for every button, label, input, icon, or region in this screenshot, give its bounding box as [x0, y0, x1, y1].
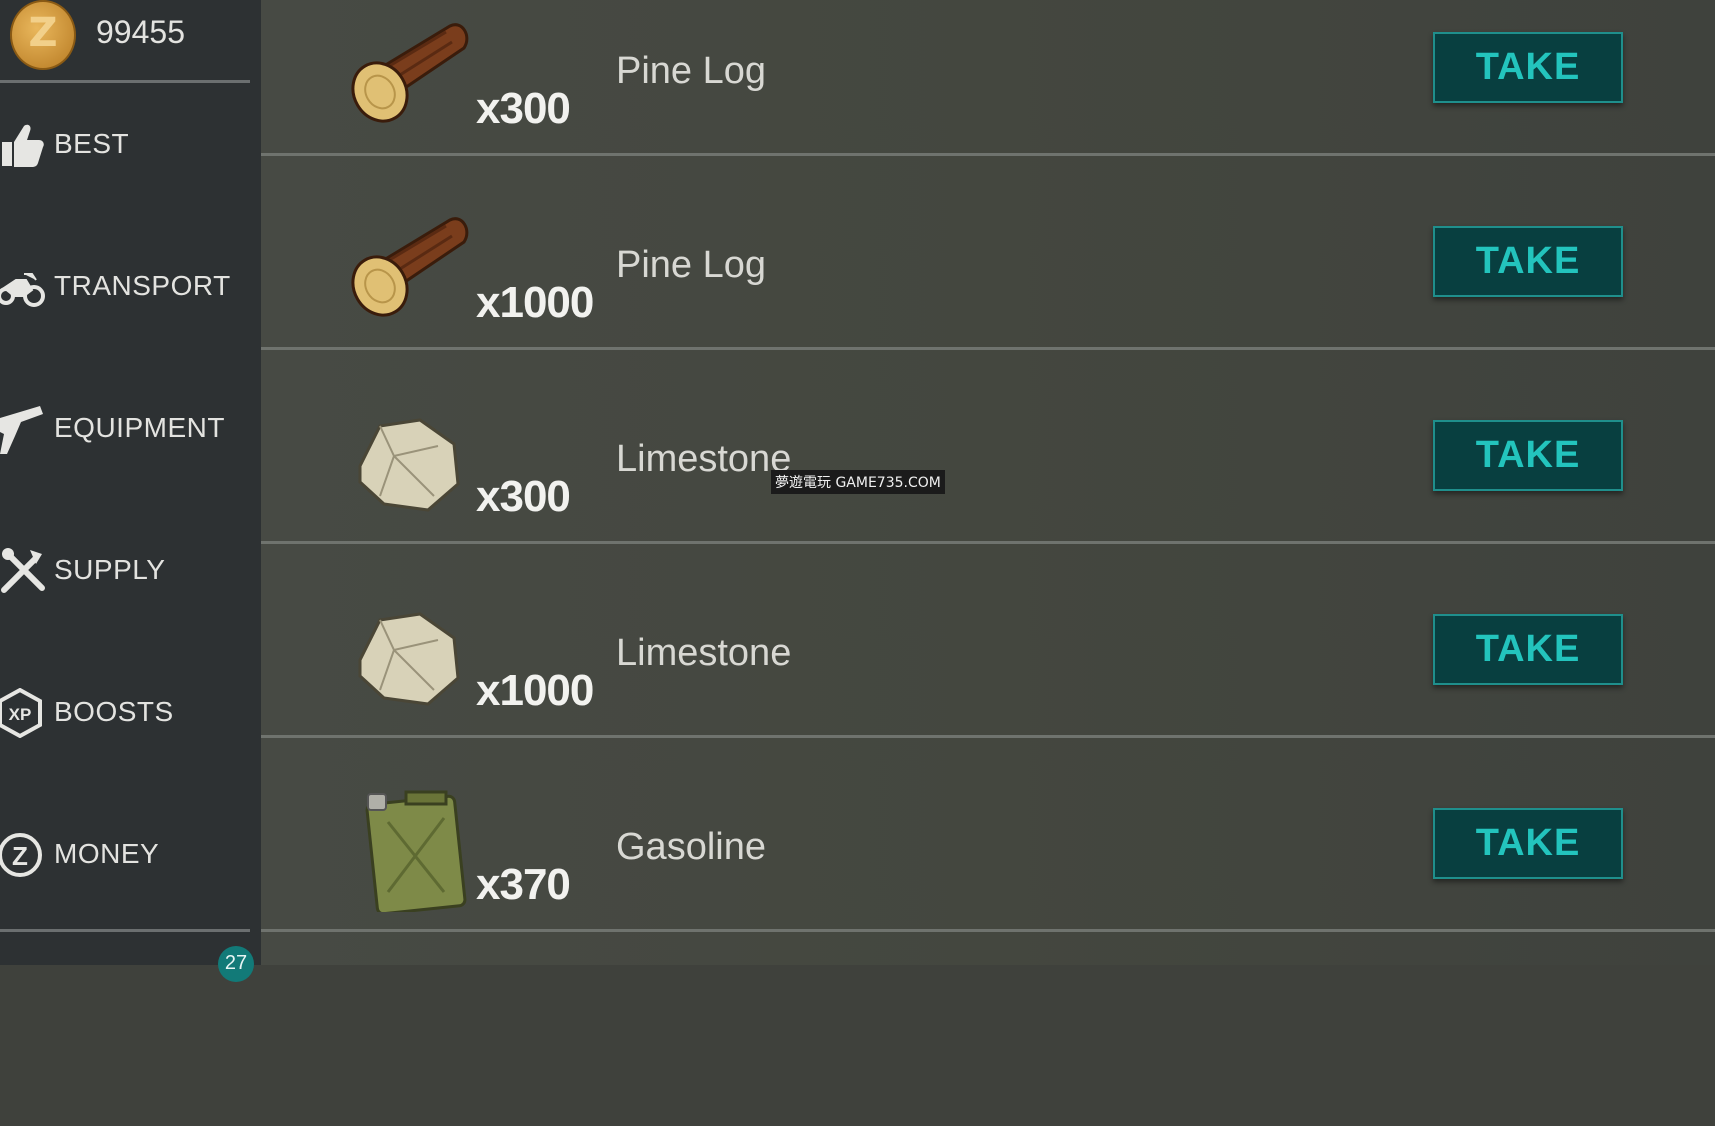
sidebar-item-transport[interactable]: TRANSPORT [0, 232, 250, 342]
coin-icon: Z [10, 0, 76, 70]
limestone-icon [358, 612, 460, 706]
svg-text:XP: XP [9, 705, 32, 724]
gasoline-canister-icon [365, 790, 467, 912]
offer-name: Pine Log [616, 244, 767, 286]
sidebar-item-label: BOOSTS [54, 696, 174, 727]
sidebar-item-label: EQUIPMENT [54, 412, 225, 443]
offer-quantity: x370 [476, 860, 571, 909]
watermark: 夢遊電玩 GAME735.COM [771, 470, 945, 494]
sidebar-item-label: BEST [54, 128, 130, 159]
offer-quantity: x1000 [476, 278, 594, 327]
offer-name: Limestone [616, 632, 792, 674]
sidebar-divider [0, 929, 250, 932]
category-sidebar: Z 99455 BEST TRANSPORT EQUIPMENT SUPPLY [0, 0, 261, 982]
offer-row: x300 Pine Log TAKE [261, 0, 1715, 156]
offer-row: x370 Gasoline TAKE [261, 738, 1715, 932]
offer-quantity: x1000 [476, 666, 594, 715]
motorcycle-icon [0, 273, 45, 307]
offer-name: Pine Log [616, 50, 767, 92]
svg-text:Z: Z [12, 841, 28, 871]
balance-bar: Z 99455 [0, 0, 250, 83]
coin-outline-icon: Z [0, 833, 42, 877]
sidebar-item-label: SUPPLY [54, 554, 166, 585]
pine-log-icon [351, 23, 469, 123]
sidebar-item-money[interactable]: Z MONEY [0, 800, 250, 910]
sidebar-item-supply[interactable]: SUPPLY [0, 516, 250, 626]
sidebar-item-label: TRANSPORT [54, 270, 231, 301]
notification-badge: 27 [218, 946, 254, 982]
sidebar-item-boosts[interactable]: XP BOOSTS [0, 658, 250, 768]
sidebar-item-best[interactable]: BEST [0, 90, 250, 200]
offer-row: x1000 Limestone TAKE [261, 544, 1715, 738]
crossed-tools-icon [1, 548, 45, 593]
sidebar-item-label: MONEY [54, 838, 160, 869]
offer-name: Limestone [616, 438, 792, 480]
take-button[interactable]: TAKE [1433, 226, 1623, 297]
take-button[interactable]: TAKE [1433, 420, 1623, 491]
offer-row-partial [261, 932, 1715, 1126]
xp-hexagon-icon: XP [0, 688, 42, 738]
thumbs-up-icon [2, 124, 44, 167]
offer-row: x300 Limestone TAKE [261, 350, 1715, 544]
pine-log-icon [351, 217, 469, 317]
take-button[interactable]: TAKE [1433, 614, 1623, 685]
take-button[interactable]: TAKE [1433, 32, 1623, 103]
offer-quantity: x300 [476, 472, 571, 521]
balance-value: 99455 [96, 14, 185, 50]
offer-quantity: x300 [476, 84, 571, 133]
take-button[interactable]: TAKE [1433, 808, 1623, 879]
pistol-icon [0, 406, 43, 454]
limestone-icon [358, 418, 460, 512]
offer-name: Gasoline [616, 826, 766, 868]
offer-list: x300 Pine Log TAKE x1000 Pine Log TAKE x… [261, 0, 1715, 965]
offer-row: x1000 Pine Log TAKE [261, 156, 1715, 350]
sidebar-item-equipment[interactable]: EQUIPMENT [0, 374, 250, 484]
